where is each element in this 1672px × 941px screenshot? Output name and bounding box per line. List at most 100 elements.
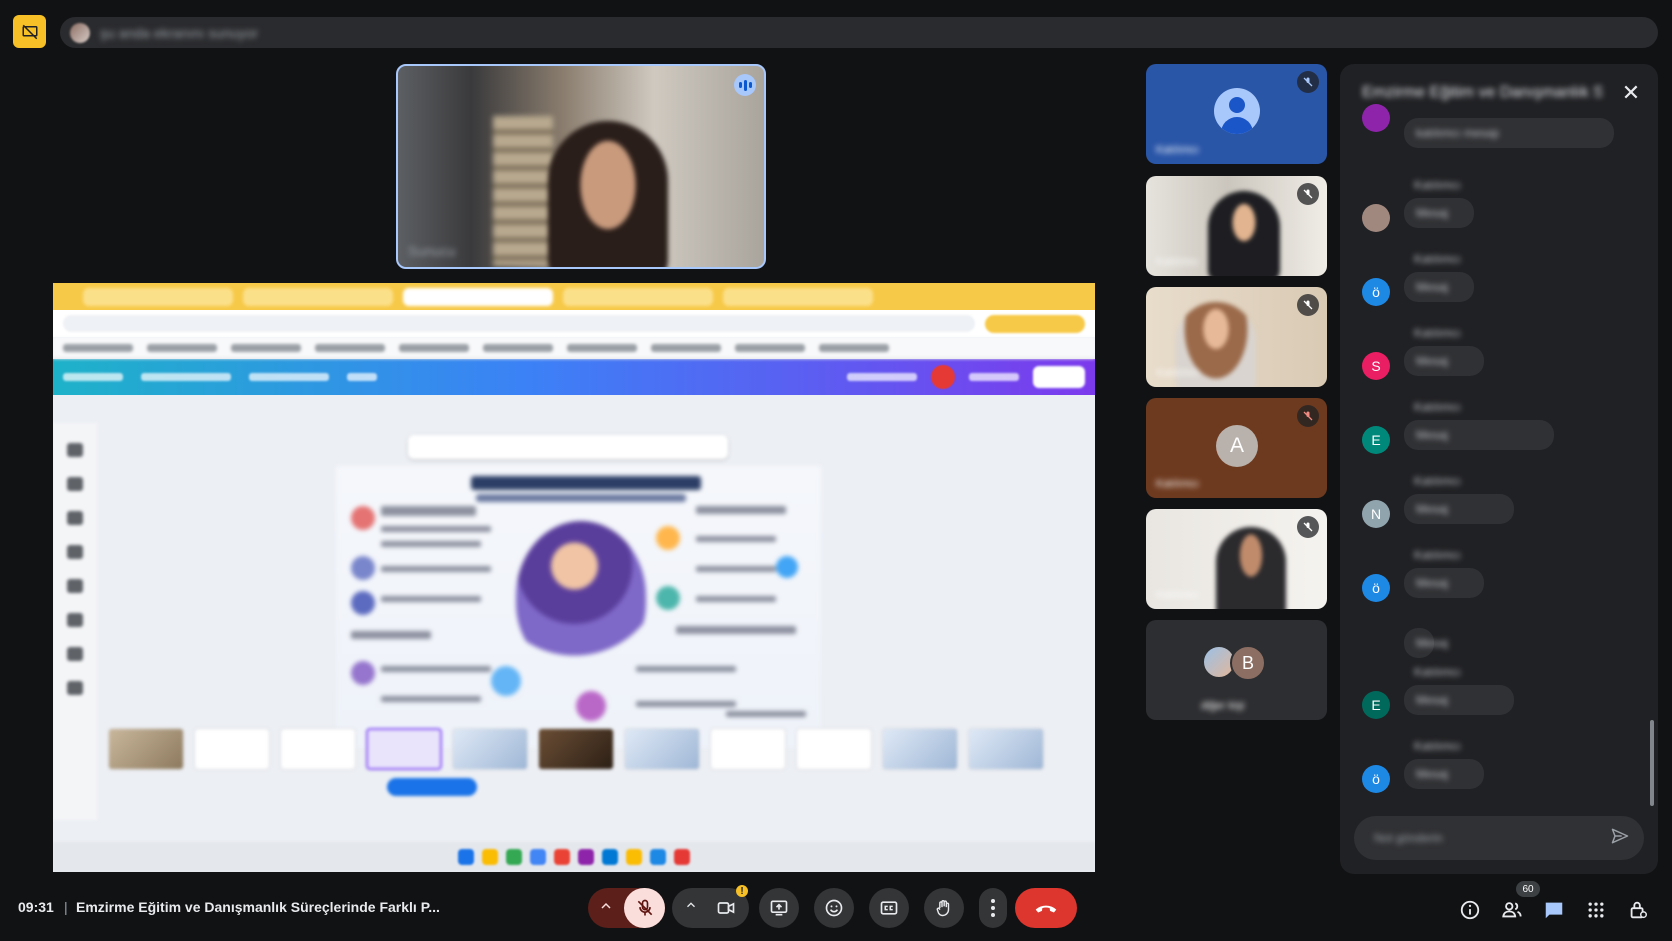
poster-title xyxy=(471,476,701,490)
more-vert-icon xyxy=(991,899,995,917)
microphone-off-button[interactable] xyxy=(624,888,665,928)
message-text: Mesaj xyxy=(1416,693,1449,707)
canva-edit-toolbar xyxy=(408,435,728,459)
sender-avatar: ö xyxy=(1362,765,1390,793)
participant-initial-avatar: A xyxy=(1216,425,1258,467)
participant-name: Katılımcı xyxy=(1156,256,1199,268)
chat-message: ö Katılımcı Mesaj xyxy=(1350,544,1628,612)
browser-bookmarks xyxy=(53,337,1095,359)
presenter-video-tile[interactable]: Sunucu xyxy=(396,64,766,269)
hand-icon xyxy=(936,899,950,917)
host-controls-icon[interactable] xyxy=(1626,898,1650,922)
presenter-name: Sunucu xyxy=(408,243,456,259)
participant-name: Katılımcı xyxy=(1156,367,1199,379)
sender-name: Katılımcı xyxy=(1414,739,1461,753)
sender-name: Katılımcı xyxy=(1414,665,1461,679)
close-icon[interactable]: ✕ xyxy=(1618,80,1644,106)
sender-avatar: N xyxy=(1362,500,1390,528)
emoji-icon xyxy=(825,899,843,917)
participant-initial-avatar: B xyxy=(1230,645,1266,681)
windows-taskbar xyxy=(53,842,1095,872)
presentation-off-icon[interactable] xyxy=(13,15,46,48)
meeting-title: Emzirme Eğitim ve Danışmanlık Süreçlerin… xyxy=(76,899,440,915)
sender-avatar: ö xyxy=(1362,278,1390,306)
chat-message: E Katılımcı Mesaj xyxy=(1350,396,1628,464)
sender-avatar: E xyxy=(1362,426,1390,454)
speaking-indicator-icon xyxy=(734,74,756,96)
chat-input[interactable]: Not gönderin xyxy=(1354,816,1644,860)
poster-subtitle xyxy=(476,494,686,502)
chat-message: ö Katılımcı Mesaj xyxy=(1350,248,1628,316)
chat-icon[interactable] xyxy=(1542,898,1566,922)
message-text: Mesaj xyxy=(1416,502,1449,516)
participant-name: Katılımcı xyxy=(1156,144,1199,156)
message-text: Mesaj xyxy=(1416,206,1449,220)
present-screen-button[interactable] xyxy=(759,888,799,928)
captions-button[interactable] xyxy=(869,888,909,928)
mic-off-icon xyxy=(1297,516,1319,538)
default-avatar-icon xyxy=(1214,88,1260,134)
chat-title: Emzirme Eğitim ve Danışmanlık S... xyxy=(1362,84,1602,101)
canva-user-avatar xyxy=(931,365,955,389)
sender-avatar: ö xyxy=(1362,574,1390,602)
mic-off-icon xyxy=(637,899,652,916)
chat-message: S Katılımcı Mesaj xyxy=(1350,322,1628,390)
sender-name: Katılımcı xyxy=(1414,252,1461,266)
participant-tile[interactable]: Katılımcı xyxy=(1146,176,1327,276)
participant-video xyxy=(1208,191,1280,276)
presenter-avatar xyxy=(70,22,90,43)
captions-icon xyxy=(880,901,898,915)
participant-video xyxy=(1216,527,1286,609)
hangup-icon xyxy=(1035,905,1057,913)
shared-screen[interactable] xyxy=(53,283,1095,872)
sender-avatar: E xyxy=(1362,691,1390,719)
sender-avatar xyxy=(1362,104,1390,132)
send-icon[interactable] xyxy=(1610,826,1630,851)
chat-message: E Katılımcı Mesaj xyxy=(1350,661,1628,729)
chevron-up-icon xyxy=(598,898,614,919)
chat-message: Katılımcı Mesaj xyxy=(1350,174,1628,242)
message-text: Mesaj xyxy=(1416,576,1449,590)
message-text: katılımcı mesajı xyxy=(1416,126,1500,140)
message-text: Mesaj xyxy=(1416,428,1449,442)
mic-off-icon xyxy=(1297,183,1319,205)
sender-name: Katılımcı xyxy=(1414,548,1461,562)
people-count-badge: 60 xyxy=(1516,881,1540,897)
mother-baby-illustration xyxy=(516,521,646,671)
mic-off-icon xyxy=(1297,71,1319,93)
message-text: Mesaj xyxy=(1416,280,1449,294)
sender-avatar xyxy=(1362,204,1390,232)
participant-name: Katılımcı xyxy=(1156,478,1199,490)
leave-call-button[interactable] xyxy=(1015,888,1077,928)
sender-name: Katılımcı xyxy=(1414,178,1461,192)
present-icon xyxy=(770,900,788,916)
meeting-clock: 09:31 xyxy=(18,899,54,915)
canva-bottom-bar xyxy=(97,773,1095,800)
browser-address-bar xyxy=(53,310,1095,337)
participant-tile[interactable]: Katılımcı xyxy=(1146,509,1327,609)
sender-avatar: S xyxy=(1362,352,1390,380)
presenting-notice-text: şu anda ekranını sunuyor xyxy=(100,24,258,41)
camera-icon xyxy=(716,898,736,923)
chat-message: N Katılımcı Mesaj xyxy=(1350,470,1628,538)
mic-off-icon xyxy=(1297,294,1319,316)
chat-scrollbar[interactable] xyxy=(1650,720,1654,806)
participant-tile[interactable]: Katılımcı xyxy=(1146,64,1327,164)
more-options-button[interactable] xyxy=(979,888,1007,928)
title-separator: | xyxy=(64,899,68,915)
camera-warning-icon: ! xyxy=(736,885,748,897)
reactions-button[interactable] xyxy=(814,888,854,928)
raise-hand-button[interactable] xyxy=(924,888,964,928)
others-tile[interactable]: B diğer kişi xyxy=(1146,620,1327,720)
sender-name: Katılımcı xyxy=(1414,326,1461,340)
participant-tile[interactable]: A Katılımcı xyxy=(1146,398,1327,498)
presenter-video xyxy=(548,121,668,267)
presenting-notice-bar: şu anda ekranını sunuyor xyxy=(60,17,1658,48)
canva-side-panel xyxy=(53,423,97,820)
participant-name: Katılımcı xyxy=(1156,589,1199,601)
chat-panel: Emzirme Eğitim ve Danışmanlık S... ✕ kat… xyxy=(1340,64,1658,874)
meeting-details-icon[interactable] xyxy=(1458,898,1482,922)
participant-tile[interactable]: Katılımcı xyxy=(1146,287,1327,387)
activities-icon[interactable] xyxy=(1584,898,1608,922)
people-icon[interactable] xyxy=(1500,898,1524,922)
